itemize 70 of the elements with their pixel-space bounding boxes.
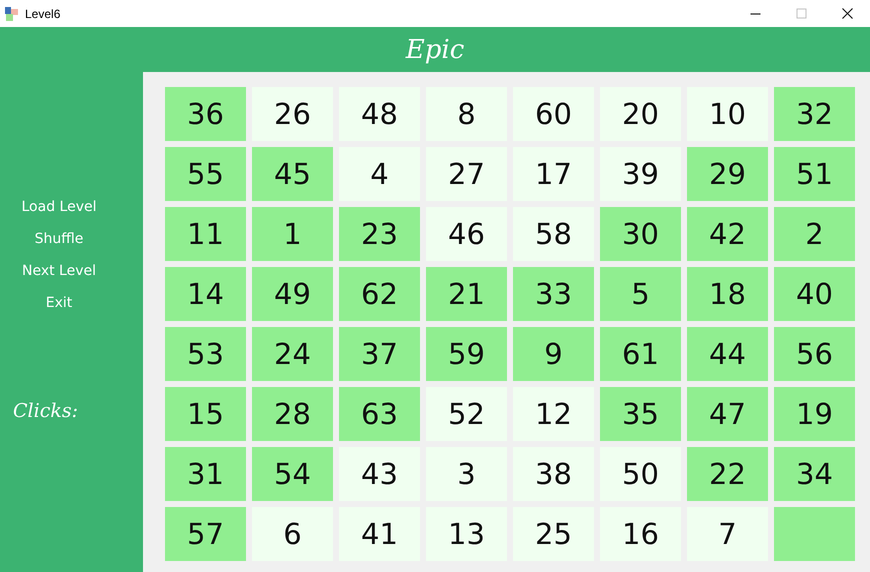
number-tile[interactable]: 37 xyxy=(339,327,420,381)
app-icon xyxy=(4,6,20,22)
number-tile[interactable]: 10 xyxy=(687,87,768,141)
number-tile[interactable]: 41 xyxy=(339,507,420,561)
number-tile[interactable]: 4 xyxy=(339,147,420,201)
number-tile[interactable]: 56 xyxy=(774,327,855,381)
number-tile[interactable]: 55 xyxy=(165,147,246,201)
number-tile[interactable]: 32 xyxy=(774,87,855,141)
number-tile[interactable]: 21 xyxy=(426,267,507,321)
number-tile[interactable]: 50 xyxy=(600,447,681,501)
number-tile[interactable]: 33 xyxy=(513,267,594,321)
number-tile[interactable]: 22 xyxy=(687,447,768,501)
number-tile[interactable]: 31 xyxy=(165,447,246,501)
number-tile[interactable]: 14 xyxy=(165,267,246,321)
number-tile[interactable]: 12 xyxy=(513,387,594,441)
number-tile[interactable]: 40 xyxy=(774,267,855,321)
maximize-icon xyxy=(796,8,806,19)
number-tile[interactable]: 17 xyxy=(513,147,594,201)
number-tile[interactable]: 13 xyxy=(426,507,507,561)
close-icon xyxy=(842,8,852,19)
number-tile[interactable]: 20 xyxy=(600,87,681,141)
number-tile[interactable]: 2 xyxy=(774,207,855,261)
number-tile[interactable]: 11 xyxy=(165,207,246,261)
number-tile[interactable]: 3 xyxy=(426,447,507,501)
number-tile[interactable]: 15 xyxy=(165,387,246,441)
number-tile[interactable]: 9 xyxy=(513,327,594,381)
number-tile[interactable]: 25 xyxy=(513,507,594,561)
number-tile[interactable]: 36 xyxy=(165,87,246,141)
number-tile[interactable]: 43 xyxy=(339,447,420,501)
number-tile[interactable]: 28 xyxy=(252,387,333,441)
number-tile[interactable]: 51 xyxy=(774,147,855,201)
number-tile[interactable]: 44 xyxy=(687,327,768,381)
number-tile[interactable]: 29 xyxy=(687,147,768,201)
empty-tile[interactable] xyxy=(774,507,855,561)
number-tile[interactable]: 38 xyxy=(513,447,594,501)
number-tile[interactable]: 6 xyxy=(252,507,333,561)
number-tile[interactable]: 26 xyxy=(252,87,333,141)
number-tile[interactable]: 23 xyxy=(339,207,420,261)
number-tile[interactable]: 62 xyxy=(339,267,420,321)
number-tile[interactable]: 47 xyxy=(687,387,768,441)
number-tile[interactable]: 63 xyxy=(339,387,420,441)
number-tile[interactable]: 5 xyxy=(600,267,681,321)
window-title: Level6 xyxy=(25,6,62,20)
number-tile[interactable]: 42 xyxy=(687,207,768,261)
number-tile[interactable]: 58 xyxy=(513,207,594,261)
number-tile[interactable]: 18 xyxy=(687,267,768,321)
number-tile[interactable]: 7 xyxy=(687,507,768,561)
level-title: Epic xyxy=(406,34,464,64)
number-tile[interactable]: 35 xyxy=(600,387,681,441)
clicks-label: Clicks: xyxy=(13,400,79,422)
number-tile[interactable]: 19 xyxy=(774,387,855,441)
number-tile[interactable]: 61 xyxy=(600,327,681,381)
number-tile[interactable]: 60 xyxy=(513,87,594,141)
number-tile[interactable]: 45 xyxy=(252,147,333,201)
number-tile[interactable]: 27 xyxy=(426,147,507,201)
number-tile[interactable]: 24 xyxy=(252,327,333,381)
number-tile[interactable]: 8 xyxy=(426,87,507,141)
number-tile[interactable]: 46 xyxy=(426,207,507,261)
number-tile[interactable]: 30 xyxy=(600,207,681,261)
number-tile[interactable]: 53 xyxy=(165,327,246,381)
number-tile[interactable]: 52 xyxy=(426,387,507,441)
number-tile[interactable]: 49 xyxy=(252,267,333,321)
number-tile[interactable]: 59 xyxy=(426,327,507,381)
number-tile[interactable]: 1 xyxy=(252,207,333,261)
number-tile[interactable]: 39 xyxy=(600,147,681,201)
number-tile[interactable]: 16 xyxy=(600,507,681,561)
number-tile[interactable]: 34 xyxy=(774,447,855,501)
number-tile[interactable]: 48 xyxy=(339,87,420,141)
number-tile[interactable]: 57 xyxy=(165,507,246,561)
number-tile[interactable]: 54 xyxy=(252,447,333,501)
